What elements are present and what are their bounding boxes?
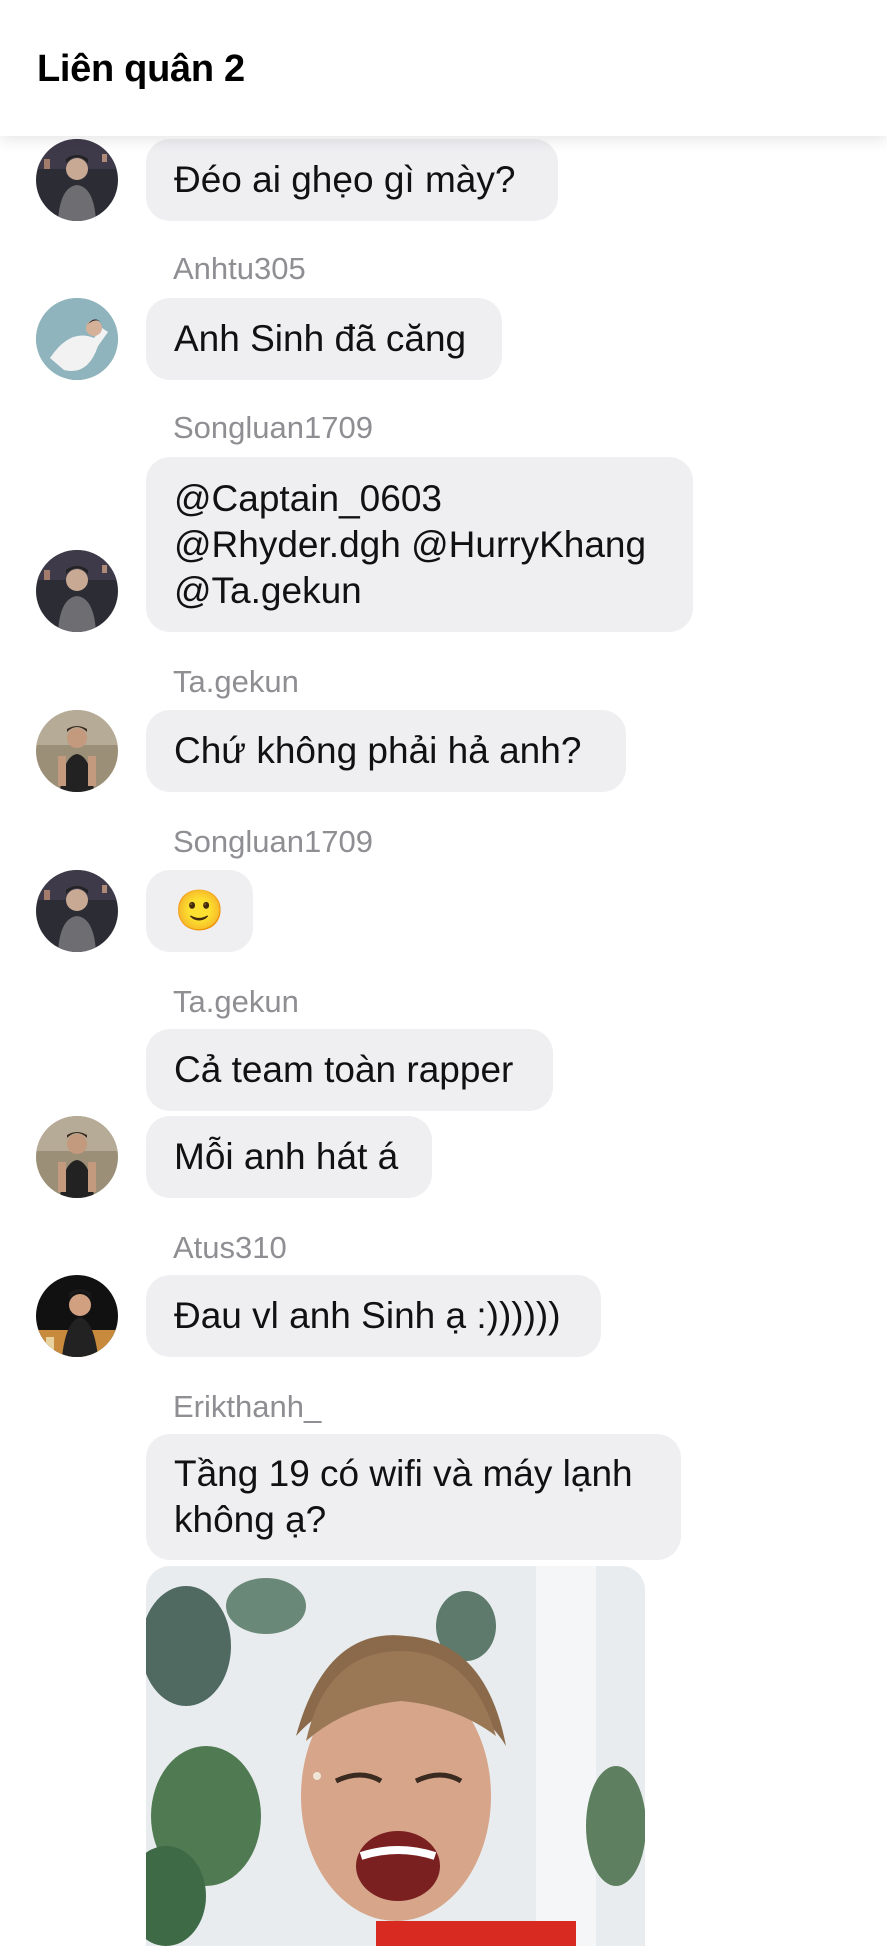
message-bubble[interactable]: 🙂 (146, 870, 253, 952)
avatar-songluan1709[interactable] (36, 550, 118, 632)
sender-name[interactable]: Ta.gekun (173, 664, 299, 700)
sender-name[interactable]: Erikthanh_ (173, 1389, 321, 1425)
message-text: Chứ không phải hả anh? (174, 730, 582, 771)
chat-title[interactable]: Liên quân 2 (37, 48, 245, 91)
message-bubble[interactable]: Mỗi anh hát á (146, 1116, 432, 1198)
avatar-ta-gekun[interactable] (36, 710, 118, 792)
message-bubble[interactable]: Tầng 19 có wifi và máy lạnh không ạ? (146, 1434, 681, 1560)
sender-name[interactable]: Songluan1709 (173, 824, 373, 860)
sender-name[interactable]: Anhtu305 (173, 251, 306, 287)
message-bubble[interactable]: Anh Sinh đã căng (146, 298, 502, 380)
message-text: Cả team toàn rapper (174, 1049, 514, 1090)
avatar-songluan1709[interactable] (36, 870, 118, 952)
avatar-songluan1709[interactable] (36, 139, 118, 221)
message-text: @Captain_0603 @Rhyder.dgh @HurryKhang @T… (174, 477, 647, 611)
avatar-anhtu305[interactable] (36, 298, 118, 380)
sender-name[interactable]: Songluan1709 (173, 410, 373, 446)
message-bubble[interactable]: Đéo ai ghẹo gì mày? (146, 139, 558, 221)
photo-message[interactable] (146, 1566, 645, 1946)
message-bubble[interactable]: Cả team toàn rapper (146, 1029, 553, 1111)
message-text: Đau vl anh Sinh ạ :)))))) (174, 1295, 561, 1336)
message-bubble[interactable]: Đau vl anh Sinh ạ :)))))) (146, 1275, 601, 1357)
smile-emoji: 🙂 (174, 889, 225, 933)
message-text: Anh Sinh đã căng (174, 318, 467, 359)
avatar-ta-gekun[interactable] (36, 1116, 118, 1198)
message-text: Tầng 19 có wifi và máy lạnh không ạ? (174, 1453, 633, 1540)
avatar-atus310[interactable] (36, 1275, 118, 1357)
sender-name[interactable]: Atus310 (173, 1230, 287, 1266)
photo-image (146, 1566, 645, 1946)
message-text: Mỗi anh hát á (174, 1136, 399, 1177)
message-bubble[interactable]: Chứ không phải hả anh? (146, 710, 626, 792)
sender-name[interactable]: Ta.gekun (173, 984, 299, 1020)
message-bubble[interactable]: @Captain_0603 @Rhyder.dgh @HurryKhang @T… (146, 457, 693, 632)
message-text: Đéo ai ghẹo gì mày? (174, 159, 516, 200)
chat-header: Liên quân 2 (0, 0, 887, 136)
